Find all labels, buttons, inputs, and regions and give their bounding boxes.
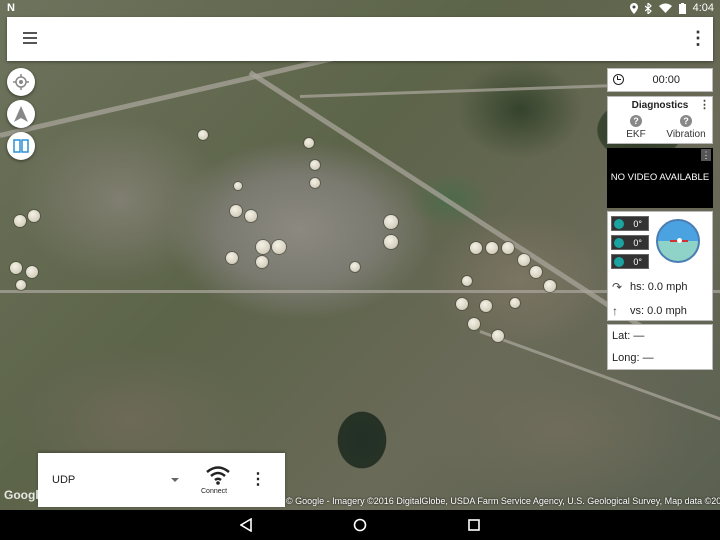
horizontal-speed: ↷ hs: 0.0 mph	[612, 280, 688, 294]
storage-tank	[486, 242, 498, 254]
storage-tank	[544, 280, 556, 292]
location-icon	[629, 2, 638, 14]
my-location-icon	[13, 74, 29, 90]
yaw-icon	[614, 257, 624, 267]
vertical-speed: ↑ vs: 0.0 mph	[612, 304, 687, 318]
storage-tank	[462, 276, 472, 286]
storage-tank	[492, 330, 504, 342]
flight-timer: 00:00	[652, 74, 680, 86]
notification-icon: N	[7, 2, 15, 14]
horizon-center-dot	[677, 238, 682, 243]
storage-tank	[234, 182, 242, 190]
roll-icon	[614, 219, 624, 229]
storage-tank	[456, 298, 468, 310]
storage-tank	[384, 235, 398, 249]
attitude-indicator	[656, 219, 700, 263]
storage-tank	[226, 252, 238, 264]
storage-tank	[468, 318, 480, 330]
more-vert-icon[interactable]: ⋮	[701, 149, 711, 161]
help-icon: ?	[630, 115, 642, 127]
more-vert-icon[interactable]: ⋮	[689, 27, 707, 51]
wifi-icon[interactable]	[205, 464, 231, 486]
longitude-readout: Long: —	[612, 352, 654, 364]
clock-icon	[613, 74, 624, 85]
storage-tank	[304, 138, 314, 148]
storage-tank	[530, 266, 542, 278]
storage-tank	[256, 240, 270, 254]
storage-tank	[502, 242, 514, 254]
navigation-arrow-icon	[14, 106, 28, 122]
storage-tank	[510, 298, 520, 308]
diagnostics-item-vibration[interactable]: ? Vibration	[661, 115, 711, 140]
roll-readout: 0°	[611, 216, 649, 231]
storage-tank	[28, 210, 40, 222]
help-icon: ?	[680, 115, 692, 127]
navigation-button[interactable]	[7, 100, 35, 128]
recent-apps-icon[interactable]	[464, 516, 484, 534]
google-logo: Google	[4, 488, 46, 502]
storage-tank	[16, 280, 26, 290]
diagnostics-item-label: EKF	[626, 129, 646, 140]
more-vert-icon[interactable]: ⋮	[699, 98, 710, 111]
map-attribution: © Google - Imagery ©2016 DigitalGlobe, U…	[286, 496, 720, 506]
diagnostics-panel[interactable]: Diagnostics ⋮ ? EKF ? Vibration	[607, 96, 713, 144]
storage-tank	[272, 240, 286, 254]
storage-tank	[310, 178, 320, 188]
pitch-icon	[614, 238, 624, 248]
storage-tank	[384, 215, 398, 229]
storage-tank	[350, 262, 360, 272]
more-vert-icon[interactable]: ⋮	[250, 469, 266, 489]
video-status: NO VIDEO AVAILABLE	[610, 172, 710, 183]
storage-tank	[230, 205, 242, 217]
status-icons: 4:04	[629, 2, 714, 14]
system-nav-bar	[0, 510, 720, 540]
storage-tank	[10, 262, 22, 274]
my-location-button[interactable]	[7, 68, 35, 96]
storage-tank	[26, 266, 38, 278]
wifi-icon	[658, 3, 672, 13]
storage-tank	[198, 130, 208, 140]
battery-icon	[678, 2, 686, 14]
pitch-readout: 0°	[611, 235, 649, 250]
home-icon[interactable]	[350, 516, 370, 534]
diagnostics-item-ekf[interactable]: ? EKF	[611, 115, 661, 140]
storage-tank	[480, 300, 492, 312]
coordinates-panel: Lat: — Long: —	[607, 324, 713, 370]
connection-bar: UDP Connect ⋮	[38, 453, 285, 507]
yaw-readout: 0°	[611, 254, 649, 269]
hamburger-menu-icon[interactable]	[23, 29, 43, 49]
vertical-speed-icon: ↑	[612, 304, 618, 318]
storage-tank	[518, 254, 530, 266]
flight-timer-panel: 00:00	[607, 68, 713, 92]
connect-button[interactable]: Connect	[201, 488, 227, 495]
top-toolbar: ⋮	[7, 17, 713, 61]
map-road	[299, 83, 620, 98]
attitude-panel: 0° 0° 0° ↷ hs: 0.0 mph ↑ vs: 0.0 mph	[607, 211, 713, 321]
clock-time: 4:04	[692, 2, 714, 14]
storage-tank	[470, 242, 482, 254]
video-panel[interactable]: ⋮ NO VIDEO AVAILABLE	[607, 148, 713, 208]
bluetooth-icon	[644, 2, 652, 14]
map-layers-button[interactable]	[7, 132, 35, 160]
horizontal-speed-icon: ↷	[612, 280, 623, 294]
storage-tank	[245, 210, 257, 222]
back-icon[interactable]	[236, 516, 256, 534]
storage-tank	[14, 215, 26, 227]
diagnostics-title: Diagnostics	[631, 100, 689, 111]
map-layers-icon	[13, 139, 29, 153]
connection-type-select[interactable]: UDP	[52, 474, 75, 486]
storage-tank	[310, 160, 320, 170]
chevron-down-icon[interactable]	[171, 478, 179, 482]
status-bar: N 4:04	[0, 0, 720, 17]
storage-tank	[256, 256, 268, 268]
latitude-readout: Lat: —	[612, 330, 645, 342]
diagnostics-item-label: Vibration	[666, 129, 706, 140]
